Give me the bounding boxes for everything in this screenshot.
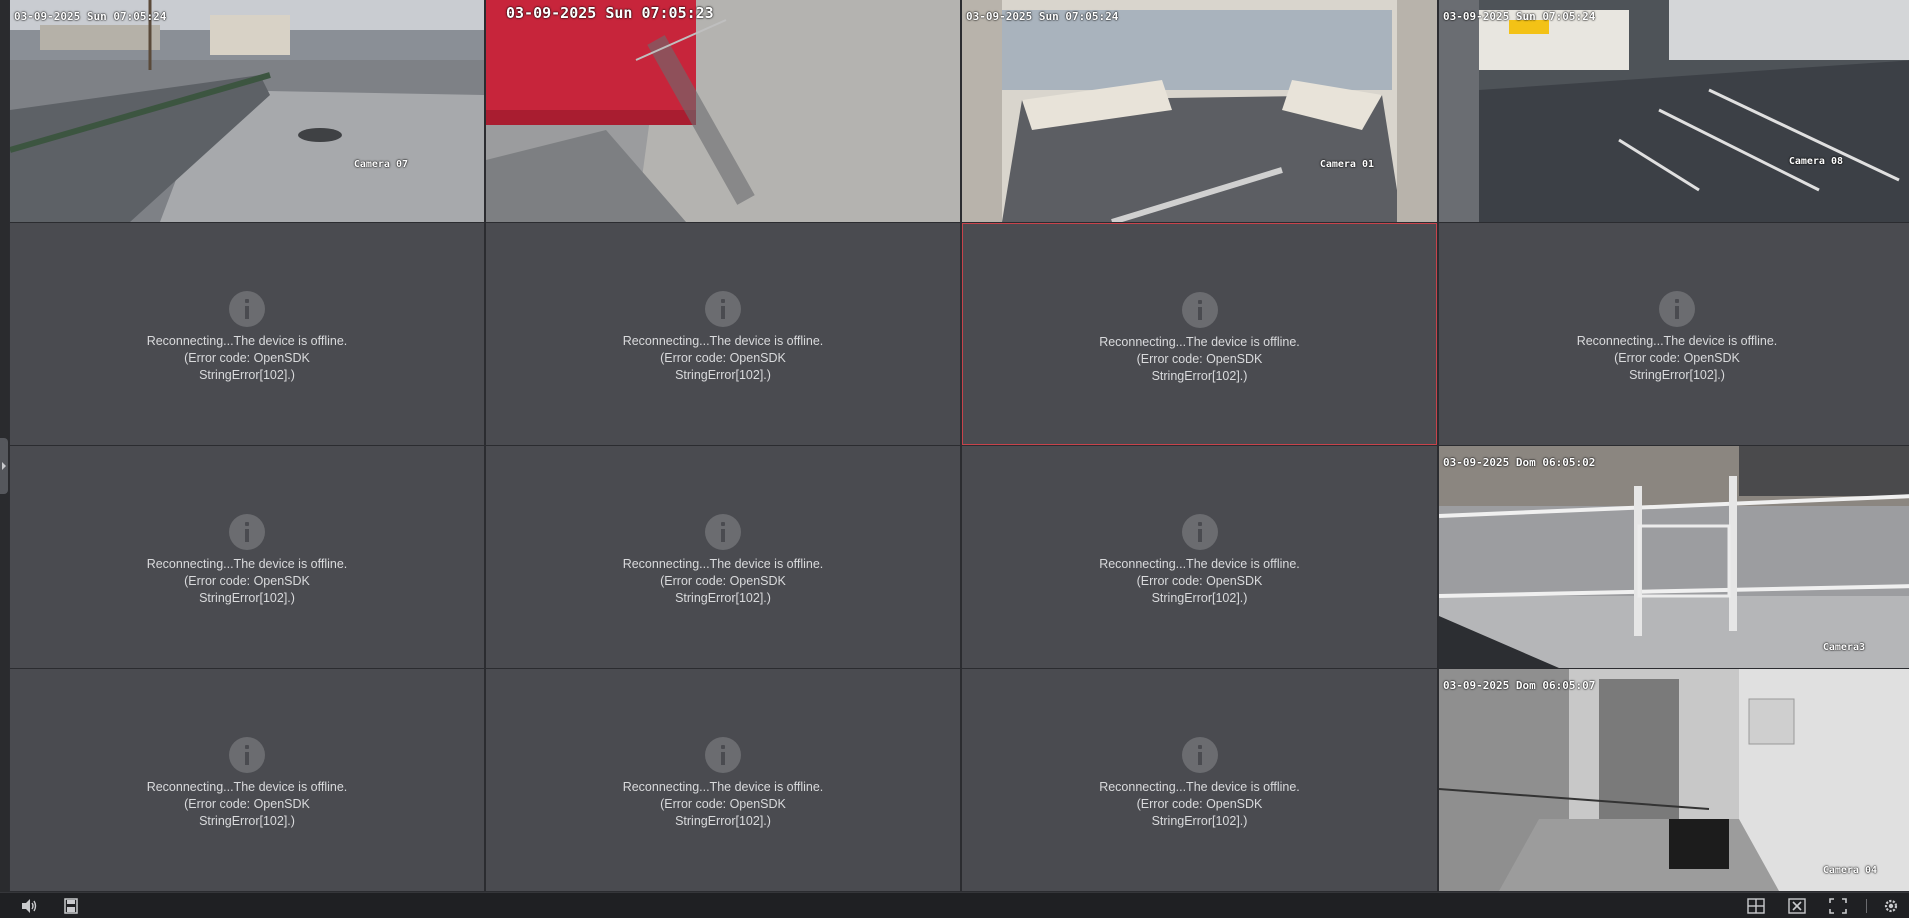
offline-notice: Reconnecting...The device is offline. (E… xyxy=(10,291,484,384)
save-icon[interactable] xyxy=(62,898,80,914)
video-feed xyxy=(1439,669,1909,891)
timestamp-overlay: 03-09-2025 Dom 06:05:02 xyxy=(1443,456,1596,469)
camera-tile-offline-selected[interactable]: Reconnecting...The device is offline. (E… xyxy=(962,223,1437,445)
timestamp-overlay: 03-09-2025 Sun 07:05:24 xyxy=(14,10,167,23)
offline-notice: Reconnecting...The device is offline. (E… xyxy=(962,514,1437,607)
info-icon xyxy=(705,514,741,550)
camera-tile-08[interactable]: 03-09-2025 Sun 07:05:24 Camera 08 xyxy=(1439,0,1909,222)
offline-notice: Reconnecting...The device is offline. (E… xyxy=(486,291,960,384)
camera-tile-offline[interactable]: Reconnecting...The device is offline. (E… xyxy=(962,669,1437,891)
camera-label: Camera 07 xyxy=(353,159,408,170)
offline-message: Reconnecting...The device is offline. (E… xyxy=(1099,780,1300,828)
camera-tile-container[interactable]: 03-09-2025 Sun 07:05:23 xyxy=(486,0,960,222)
expand-sidebar-handle[interactable] xyxy=(0,438,8,494)
timestamp-overlay: 03-09-2025 Sun 07:05:23 xyxy=(506,4,714,22)
fullscreen-icon[interactable] xyxy=(1829,898,1847,914)
info-icon xyxy=(1181,292,1218,328)
offline-message: Reconnecting...The device is offline. (E… xyxy=(146,334,348,382)
offline-notice: Reconnecting...The device is offline. (E… xyxy=(486,737,960,830)
video-feed xyxy=(962,0,1437,222)
offline-notice: Reconnecting...The device is offline. (E… xyxy=(963,292,1436,385)
video-feed xyxy=(486,0,960,222)
offline-message: Reconnecting...The device is offline. (E… xyxy=(622,780,824,828)
offline-notice: Reconnecting...The device is offline. (E… xyxy=(10,514,484,607)
camera-tile-04[interactable]: 03-09-2025 Dom 06:05:07 Camera 04 xyxy=(1439,669,1909,891)
camera-tile-offline[interactable]: Reconnecting...The device is offline. (E… xyxy=(10,223,484,445)
offline-message: Reconnecting...The device is offline. (E… xyxy=(1576,334,1778,382)
info-icon xyxy=(229,514,265,550)
timestamp-overlay: 03-09-2025 Sun 07:05:24 xyxy=(1443,10,1596,23)
info-icon xyxy=(705,291,741,327)
offline-message: Reconnecting...The device is offline. (E… xyxy=(146,557,348,605)
offline-notice: Reconnecting...The device is offline. (E… xyxy=(962,737,1437,830)
camera-label: Camera 04 xyxy=(1822,865,1877,876)
timestamp-overlay: 03-09-2025 Dom 06:05:07 xyxy=(1443,679,1596,692)
info-icon xyxy=(229,737,265,773)
info-icon xyxy=(1181,737,1218,773)
camera-tile-offline[interactable]: Reconnecting...The device is offline. (E… xyxy=(10,669,484,891)
camera-tile-offline[interactable]: Reconnecting...The device is offline. (E… xyxy=(962,446,1437,668)
info-icon xyxy=(1659,291,1695,327)
video-feed xyxy=(1439,446,1909,668)
settings-icon[interactable] xyxy=(1882,898,1900,914)
info-icon xyxy=(705,737,741,773)
layout-grid-icon[interactable] xyxy=(1747,898,1765,914)
camera-tile-offline[interactable]: Reconnecting...The device is offline. (E… xyxy=(486,446,960,668)
camera-tile-offline[interactable]: Reconnecting...The device is offline. (E… xyxy=(486,223,960,445)
offline-message: Reconnecting...The device is offline. (E… xyxy=(1099,335,1300,383)
info-icon xyxy=(229,291,265,327)
offline-message: Reconnecting...The device is offline. (E… xyxy=(146,780,348,828)
offline-message: Reconnecting...The device is offline. (E… xyxy=(1099,557,1300,605)
camera-tile-07[interactable]: 03-09-2025 Sun 07:05:24 Camera 07 xyxy=(10,0,484,222)
offline-notice: Reconnecting...The device is offline. (E… xyxy=(10,737,484,830)
toolbar-divider xyxy=(1866,899,1867,913)
camera-tile-01[interactable]: 03-09-2025 Sun 07:05:24 Camera 01 xyxy=(962,0,1437,222)
offline-notice: Reconnecting...The device is offline. (E… xyxy=(486,514,960,607)
offline-message: Reconnecting...The device is offline. (E… xyxy=(622,334,824,382)
camera-grid: 03-09-2025 Sun 07:05:24 Camera 07 03-09-… xyxy=(10,0,1909,892)
timestamp-overlay: 03-09-2025 Sun 07:05:24 xyxy=(966,10,1119,23)
close-all-icon[interactable] xyxy=(1788,898,1806,914)
bottom-toolbar xyxy=(0,892,1909,918)
info-icon xyxy=(1181,514,1218,550)
video-feed xyxy=(10,0,484,222)
offline-notice: Reconnecting...The device is offline. (E… xyxy=(1439,291,1909,384)
camera-label: Camera 08 xyxy=(1788,156,1843,167)
camera-tile-3[interactable]: 03-09-2025 Dom 06:05:02 Camera3 xyxy=(1439,446,1909,668)
camera-tile-offline[interactable]: Reconnecting...The device is offline. (E… xyxy=(486,669,960,891)
camera-label: Camera3 xyxy=(1822,642,1865,653)
offline-message: Reconnecting...The device is offline. (E… xyxy=(622,557,824,605)
camera-tile-offline[interactable]: Reconnecting...The device is offline. (E… xyxy=(10,446,484,668)
video-feed xyxy=(1439,0,1909,222)
camera-tile-offline[interactable]: Reconnecting...The device is offline. (E… xyxy=(1439,223,1909,445)
speaker-icon[interactable] xyxy=(20,898,38,914)
camera-label: Camera 01 xyxy=(1319,159,1374,170)
